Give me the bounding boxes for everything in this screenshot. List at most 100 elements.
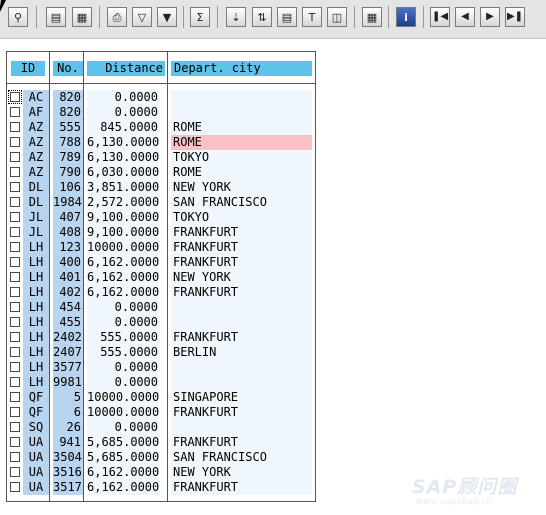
cell-id[interactable]: DL [23,180,49,195]
grid-icon[interactable]: ▦ [362,7,382,27]
cell-distance[interactable]: 6,162.0000 [87,270,159,285]
cell-id[interactable]: AC [23,90,49,105]
table-row[interactable]: AZ 790 6,030.0000 ROME [7,165,315,180]
row-selector-checkbox[interactable] [10,137,20,147]
row-selector-checkbox[interactable] [10,257,20,267]
column-header-distance[interactable]: Distance [87,61,165,76]
cell-id[interactable]: QF [23,390,49,405]
table-row[interactable]: DL 106 3,851.0000 NEW YORK [7,180,315,195]
table-row[interactable]: JL 408 9,100.0000 FRANKFURT [7,225,315,240]
cell-no[interactable]: 790 [53,165,83,180]
table-row[interactable]: DL 1984 2,572.0000 SAN FRANCISCO [7,195,315,210]
cell-id[interactable]: AZ [23,120,49,135]
cell-distance[interactable]: 10000.0000 [87,405,159,420]
zoom-icon[interactable]: ⚲ [8,7,28,27]
cell-depart-city[interactable]: FRANKFURT [171,225,312,240]
row-selector-checkbox[interactable] [10,452,20,462]
cell-distance[interactable]: 6,162.0000 [87,480,159,495]
cell-depart-city[interactable]: NEW YORK [171,465,312,480]
cell-no[interactable]: 3517 [53,480,83,495]
info-icon[interactable]: i [396,7,416,27]
table-row[interactable]: UA 941 5,685.0000 FRANKFURT [7,435,315,450]
cell-depart-city[interactable]: FRANKFURT [171,255,312,270]
cell-distance[interactable]: 5,685.0000 [87,450,159,465]
cell-depart-city[interactable]: SAN FRANCISCO [171,450,312,465]
print-icon[interactable]: ⎙ [107,7,127,27]
cell-depart-city[interactable]: ROME [171,135,312,150]
cell-id[interactable]: LH [23,270,49,285]
cell-id[interactable]: LH [23,375,49,390]
cell-depart-city[interactable]: ROME [171,165,312,180]
cell-depart-city[interactable] [171,315,312,330]
row-selector-checkbox[interactable] [10,422,20,432]
table-row[interactable]: LH 123 10000.0000 FRANKFURT [7,240,315,255]
cell-distance[interactable]: 0.0000 [87,105,159,120]
table-row[interactable]: LH 3577 0.0000 [7,360,315,375]
table-row[interactable]: QF 6 10000.0000 FRANKFURT [7,405,315,420]
row-selector-checkbox[interactable] [10,212,20,222]
row-selector-checkbox[interactable] [10,347,20,357]
cell-depart-city[interactable]: SINGAPORE [171,390,312,405]
cell-no[interactable]: 2407 [53,345,83,360]
table-row[interactable]: LH 400 6,162.0000 FRANKFURT [7,255,315,270]
cell-no[interactable]: 789 [53,150,83,165]
cell-id[interactable]: LH [23,255,49,270]
row-selector-checkbox[interactable] [10,167,20,177]
row-selector-checkbox[interactable] [10,467,20,477]
prev-page-icon[interactable]: ◀ [455,7,475,27]
select-layout-icon[interactable]: ▤ [46,7,66,27]
cell-distance[interactable]: 9,100.0000 [87,210,159,225]
table-row[interactable]: UA 3504 5,685.0000 SAN FRANCISCO [7,450,315,465]
row-selector-checkbox[interactable] [10,377,20,387]
row-selector-checkbox[interactable] [10,287,20,297]
row-selector-checkbox[interactable] [10,242,20,252]
cell-no[interactable]: 788 [53,135,83,150]
cell-no[interactable]: 1984 [53,195,83,210]
set-filter-icon[interactable]: ▼ [157,7,177,27]
table-row[interactable]: LH 455 0.0000 [7,315,315,330]
row-selector-checkbox[interactable] [10,272,20,282]
cell-no[interactable]: 941 [53,435,83,450]
cell-distance[interactable]: 9,100.0000 [87,225,159,240]
row-selector-checkbox[interactable] [10,152,20,162]
cell-no[interactable]: 455 [53,315,83,330]
table-row[interactable]: LH 402 6,162.0000 FRANKFURT [7,285,315,300]
row-selector-checkbox[interactable] [10,362,20,372]
row-selector-checkbox[interactable] [10,317,20,327]
table-row[interactable]: SQ 26 0.0000 [7,420,315,435]
cell-id[interactable]: QF [23,405,49,420]
cell-no[interactable]: 2402 [53,330,83,345]
cell-no[interactable]: 9981 [53,375,83,390]
cell-id[interactable]: DL [23,195,49,210]
cell-depart-city[interactable]: ROME [171,120,312,135]
table-row[interactable]: LH 9981 0.0000 [7,375,315,390]
cell-distance[interactable]: 6,130.0000 [87,150,159,165]
cell-id[interactable]: AZ [23,150,49,165]
cell-depart-city[interactable]: SAN FRANCISCO [171,195,312,210]
find-icon[interactable]: ◫ [327,7,347,27]
row-selector-checkbox[interactable] [10,302,20,312]
column-header-id[interactable]: ID [11,61,45,76]
cell-no[interactable]: 408 [53,225,83,240]
cell-distance[interactable]: 555.0000 [87,345,159,360]
cell-no[interactable]: 26 [53,420,83,435]
cell-depart-city[interactable]: TOKYO [171,210,312,225]
table-row[interactable]: LH 2407 555.0000 BERLIN [7,345,315,360]
cell-depart-city[interactable]: BERLIN [171,345,312,360]
first-page-icon[interactable]: ❚◀ [430,7,450,27]
row-selector-checkbox[interactable] [10,122,20,132]
cell-distance[interactable]: 555.0000 [87,330,159,345]
cell-distance[interactable]: 0.0000 [87,420,159,435]
cell-no[interactable]: 5 [53,390,83,405]
table-row[interactable]: AF 820 0.0000 [7,105,315,120]
cell-no[interactable]: 400 [53,255,83,270]
cell-id[interactable]: JL [23,210,49,225]
cell-no[interactable]: 820 [53,90,83,105]
cell-depart-city[interactable]: FRANKFURT [171,405,312,420]
cell-depart-city[interactable] [171,105,312,120]
cell-no[interactable]: 820 [53,105,83,120]
cell-no[interactable]: 3577 [53,360,83,375]
row-selector-checkbox[interactable] [10,407,20,417]
cell-depart-city[interactable]: FRANKFURT [171,330,312,345]
cell-no[interactable]: 555 [53,120,83,135]
